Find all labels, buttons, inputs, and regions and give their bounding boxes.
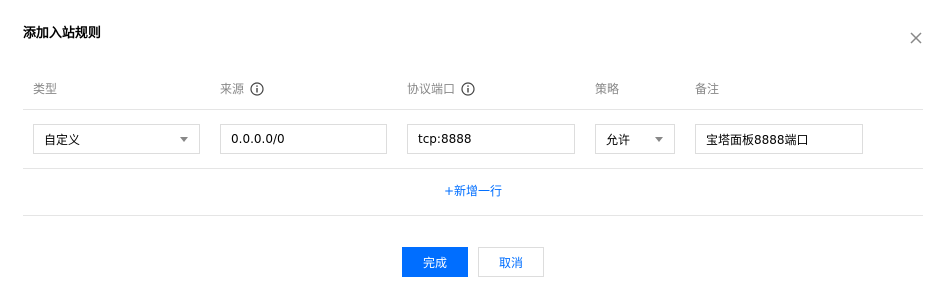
header-source-label: 来源	[220, 82, 245, 96]
close-icon[interactable]	[907, 29, 925, 47]
source-input[interactable]: 0.0.0.0/0	[220, 124, 387, 154]
info-icon[interactable]	[461, 82, 475, 96]
chevron-down-icon	[655, 137, 663, 142]
header-policy-label: 策略	[595, 82, 620, 96]
type-select-value: 自定义	[44, 132, 81, 147]
header-divider	[23, 109, 923, 110]
header-type: 类型	[33, 82, 57, 96]
chevron-down-icon	[180, 137, 188, 142]
type-select[interactable]: 自定义	[33, 124, 200, 154]
port-input-value: tcp:8888	[418, 132, 472, 146]
header-source: 来源	[220, 82, 264, 96]
footer-divider	[23, 215, 923, 216]
source-input-value: 0.0.0.0/0	[231, 132, 285, 146]
cancel-button[interactable]: 取消	[478, 247, 544, 277]
confirm-button[interactable]: 完成	[402, 247, 468, 277]
info-icon[interactable]	[250, 82, 264, 96]
policy-select-value: 允许	[606, 132, 631, 147]
add-row-link[interactable]: +新增一行	[0, 184, 946, 198]
note-input-value: 宝塔面板8888端口	[706, 132, 809, 147]
header-policy: 策略	[595, 82, 619, 96]
header-note-label: 备注	[695, 82, 720, 96]
header-type-label: 类型	[33, 82, 58, 96]
row-divider	[23, 168, 923, 169]
header-note: 备注	[695, 82, 719, 96]
header-port: 协议端口	[407, 82, 475, 96]
header-port-label: 协议端口	[407, 82, 456, 96]
add-inbound-rule-dialog: 添加入站规则 类型 来源 协议端口 策略 备注 自定义 0.0.0.0/0 tc…	[0, 0, 946, 302]
policy-select[interactable]: 允许	[595, 124, 675, 154]
port-input[interactable]: tcp:8888	[407, 124, 575, 154]
dialog-title: 添加入站规则	[23, 26, 102, 41]
note-input[interactable]: 宝塔面板8888端口	[695, 124, 863, 154]
